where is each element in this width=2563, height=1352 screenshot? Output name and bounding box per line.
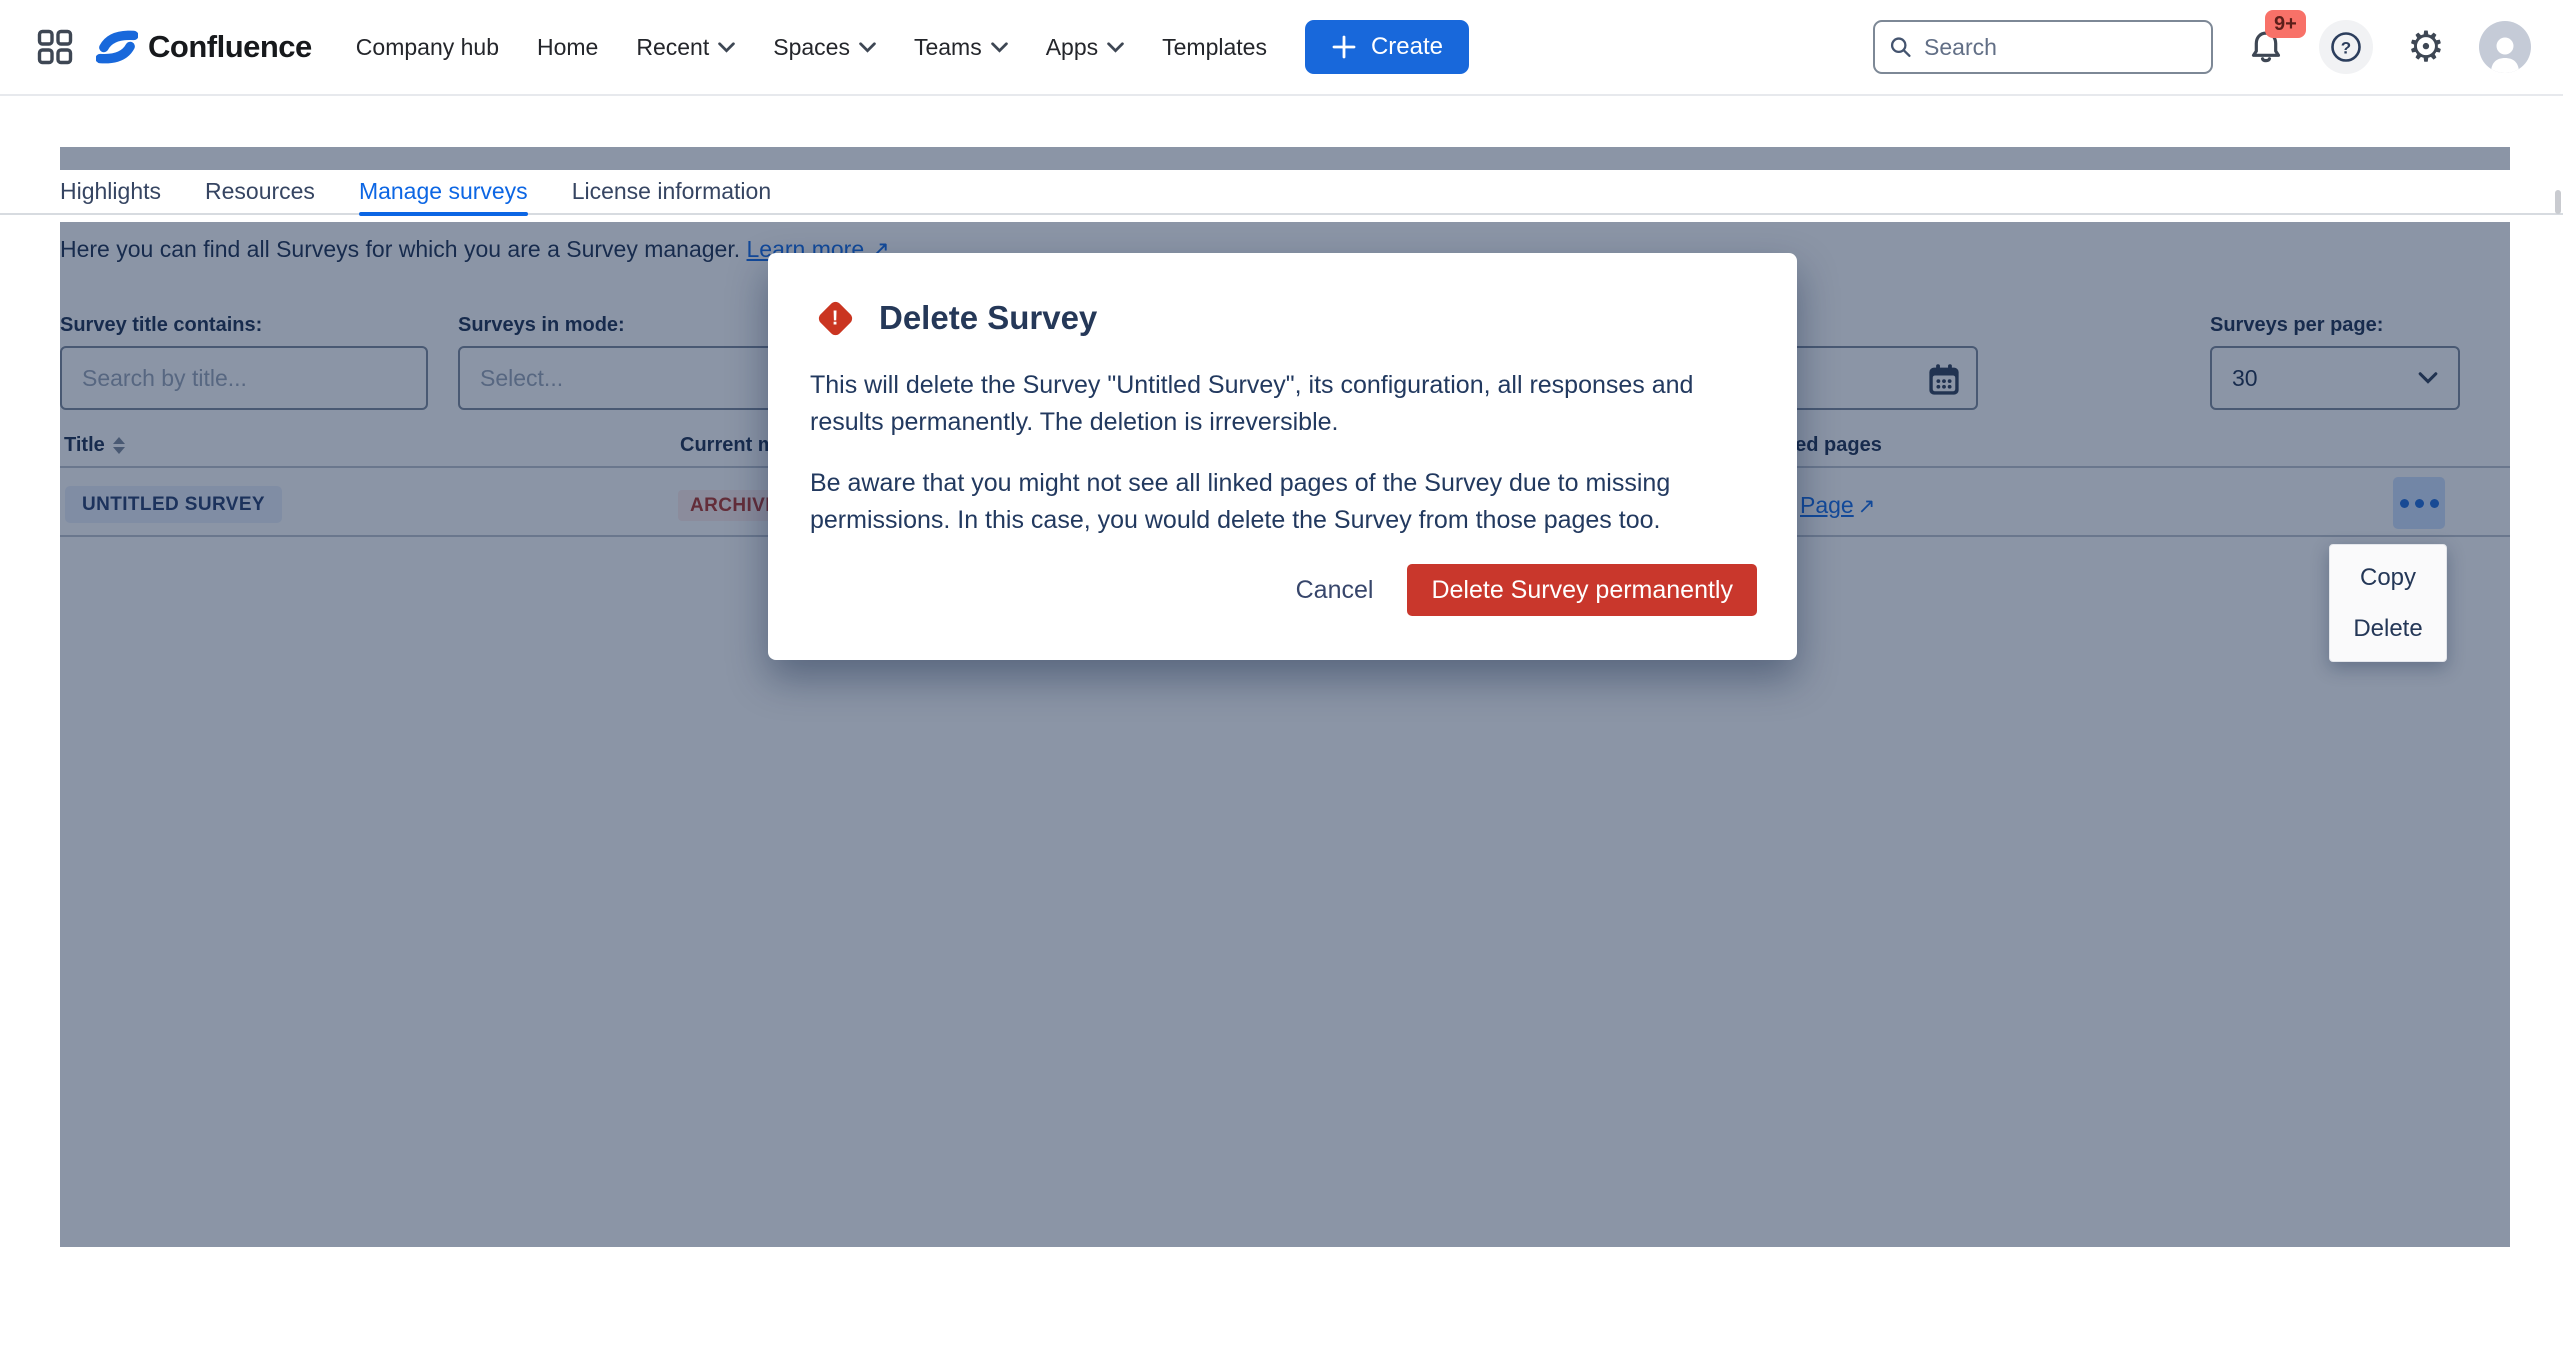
chevron-down-icon: [718, 42, 735, 53]
confluence-page: Confluence Company hub Home Recent Space…: [0, 0, 2563, 1352]
tab-highlights[interactable]: Highlights: [60, 169, 161, 214]
notifications-button[interactable]: 9+: [2239, 20, 2293, 74]
row-actions-menu: Copy Delete: [2329, 544, 2447, 662]
modal-footer: Cancel Delete Survey permanently: [1276, 564, 1757, 616]
tab-manage-surveys[interactable]: Manage surveys: [359, 169, 528, 214]
nav-item-home[interactable]: Home: [537, 34, 598, 61]
nav-item-templates[interactable]: Templates: [1162, 34, 1267, 61]
app-switcher-icon[interactable]: [36, 28, 74, 66]
scrollbar-thumb[interactable]: [2555, 190, 2561, 214]
global-search[interactable]: [1873, 20, 2213, 74]
nav-item-spaces[interactable]: Spaces: [773, 34, 876, 61]
grid-icon: [37, 29, 73, 65]
search-icon: [1889, 34, 1912, 60]
cancel-button[interactable]: Cancel: [1276, 566, 1394, 615]
nav-item-apps[interactable]: Apps: [1046, 34, 1124, 61]
tab-bar: Highlights Resources Manage surveys Lice…: [0, 170, 2563, 215]
notification-count-badge: 9+: [2265, 10, 2306, 38]
header-right-group: 9+ ? ⚙: [1873, 20, 2531, 74]
create-button[interactable]: Create: [1305, 20, 1469, 74]
nav-item-company-hub[interactable]: Company hub: [356, 34, 499, 61]
confluence-logo[interactable]: Confluence: [96, 26, 312, 68]
error-warning-icon: !: [816, 299, 854, 337]
product-name: Confluence: [148, 29, 312, 65]
chevron-down-icon: [859, 42, 876, 53]
confluence-logo-icon: [96, 26, 138, 68]
chevron-down-icon: [1107, 42, 1124, 53]
search-input[interactable]: [1924, 34, 2197, 61]
delete-survey-modal: ! Delete Survey This will delete the Sur…: [768, 253, 1797, 660]
modal-paragraph-1: This will delete the Survey "Untitled Su…: [810, 367, 1755, 441]
menu-item-delete[interactable]: Delete: [2330, 603, 2446, 654]
chevron-down-icon: [991, 42, 1008, 53]
plus-icon: [1331, 34, 1357, 60]
tab-license-information[interactable]: License information: [572, 169, 771, 214]
nav-item-recent[interactable]: Recent: [636, 34, 735, 61]
avatar[interactable]: [2479, 21, 2531, 73]
gear-icon: ⚙: [2407, 26, 2445, 68]
settings-button[interactable]: ⚙: [2399, 20, 2453, 74]
delete-permanently-button[interactable]: Delete Survey permanently: [1407, 564, 1757, 616]
nav-item-teams[interactable]: Teams: [914, 34, 1008, 61]
modal-body: This will delete the Survey "Untitled Su…: [810, 367, 1755, 539]
modal-title: Delete Survey: [879, 299, 1097, 337]
help-button[interactable]: ?: [2319, 20, 2373, 74]
global-nav: Company hub Home Recent Spaces Teams App…: [356, 34, 1267, 61]
panel-top-strip: [60, 147, 2510, 170]
user-icon: [2483, 33, 2527, 73]
global-header: Confluence Company hub Home Recent Space…: [0, 0, 2563, 96]
help-icon: ?: [2319, 20, 2373, 74]
tab-resources[interactable]: Resources: [205, 169, 315, 214]
modal-paragraph-2: Be aware that you might not see all link…: [810, 465, 1755, 539]
modal-header: ! Delete Survey: [810, 299, 1755, 337]
menu-item-copy[interactable]: Copy: [2330, 552, 2446, 603]
svg-text:?: ?: [2341, 39, 2351, 58]
